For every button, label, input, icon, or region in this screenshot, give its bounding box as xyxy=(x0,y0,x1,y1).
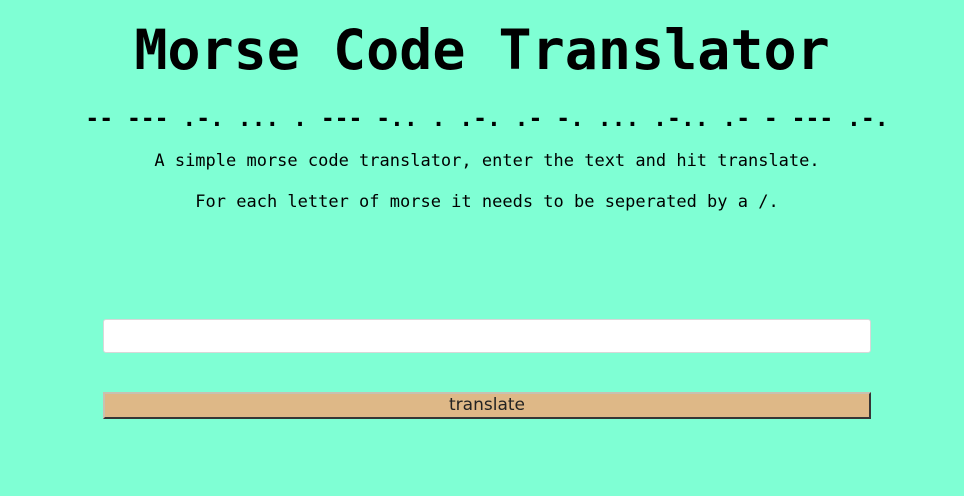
instruction-text: For each letter of morse it needs to be … xyxy=(195,192,779,212)
translate-button[interactable]: translate xyxy=(103,392,871,419)
translation-input[interactable] xyxy=(103,319,871,353)
page-title: Morse Code Translator xyxy=(134,18,830,82)
description-text: A simple morse code translator, enter th… xyxy=(154,151,820,171)
morse-code-title: -- --- .-. ... . --- -.. . .-. .- -. ...… xyxy=(85,106,889,132)
